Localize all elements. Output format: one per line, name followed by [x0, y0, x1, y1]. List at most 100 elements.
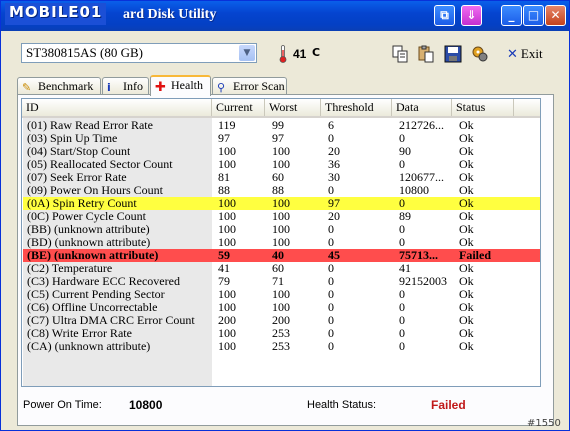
table-row[interactable]: (0C) Power Cycle Count 100 100 20 89 Ok: [23, 210, 540, 223]
cell-current: 59: [218, 249, 230, 262]
exit-button[interactable]: ✕ Exit: [507, 46, 543, 62]
health-status-label: Health Status:: [307, 399, 377, 411]
cell-current: 119: [218, 119, 236, 132]
cell-id: (01) Raw Read Error Rate: [27, 119, 153, 132]
cell-status: Ok: [459, 223, 474, 236]
settings-icon[interactable]: [471, 45, 489, 63]
copy-icon[interactable]: [391, 45, 409, 63]
cell-current: 97: [218, 132, 230, 145]
table-row[interactable]: (CA) (unknown attribute) 100 253 0 0 Ok: [23, 340, 540, 353]
cell-data: 0: [399, 314, 405, 327]
cell-threshold: 0: [328, 132, 334, 145]
cell-current: 100: [218, 236, 236, 249]
table-row[interactable]: (BE) (unknown attribute) 59 40 45 75713... Fa…: [23, 249, 540, 262]
minimize-button[interactable]: _: [501, 5, 522, 26]
column-header-id[interactable]: ID: [22, 99, 212, 116]
cell-id: (BD) (unknown attribute): [27, 236, 151, 249]
cell-id: (C2) Temperature: [27, 262, 113, 275]
drive-select[interactable]: ST380815AS (80 GB) ▼: [21, 43, 257, 63]
table-row[interactable]: (C8) Write Error Rate 100 253 0 0 Ok: [23, 327, 540, 340]
table-row[interactable]: (03) Spin Up Time 97 97 0 0 Ok: [23, 132, 540, 145]
tab-health-label: Health: [171, 78, 203, 92]
save-icon[interactable]: [444, 45, 462, 63]
table-row[interactable]: (C5) Current Pending Sector 100 100 0 0 Ok: [23, 288, 540, 301]
cell-worst: 100: [272, 223, 290, 236]
tab-error-scan-label: Error Scan: [233, 79, 285, 93]
cell-id: (C7) Ultra DMA CRC Error Count: [27, 314, 195, 327]
close-button[interactable]: ✕: [545, 5, 566, 26]
table-row[interactable]: (C2) Temperature 41 60 0 41 Ok: [23, 262, 540, 275]
cell-status: Ok: [459, 210, 474, 223]
cell-current: 100: [218, 327, 236, 340]
cell-current: 100: [218, 223, 236, 236]
exit-label: Exit: [520, 46, 543, 61]
table-row[interactable]: (BD) (unknown attribute) 100 100 0 0 Ok: [23, 236, 540, 249]
smart-attribute-table[interactable]: ID Current Worst Threshold Data Status (…: [21, 98, 541, 387]
column-header-threshold[interactable]: Threshold: [321, 99, 392, 116]
cell-threshold: 0: [328, 340, 334, 353]
table-row[interactable]: (09) Power On Hours Count 88 88 0 10800 Ok: [23, 184, 540, 197]
download-icon[interactable]: ⇓: [461, 5, 482, 26]
restore-icon[interactable]: ⧉: [434, 5, 455, 26]
tab-health[interactable]: ✚ Health: [150, 75, 211, 96]
table-row[interactable]: (C7) Ultra DMA CRC Error Count 200 200 0 0 Ok: [23, 314, 540, 327]
table-row[interactable]: (BB) (unknown attribute) 100 100 0 0 Ok: [23, 223, 540, 236]
table-row[interactable]: (C6) Offline Uncorrectable 100 100 0 0 Ok: [23, 301, 540, 314]
cell-threshold: 0: [328, 262, 334, 275]
cell-threshold: 97: [328, 197, 340, 210]
cell-data: 41: [399, 262, 411, 275]
table-row[interactable]: (C3) Hardware ECC Recovered 79 71 0 92152003…: [23, 275, 540, 288]
power-on-value: 10800: [129, 398, 163, 412]
chevron-down-icon[interactable]: ▼: [239, 45, 255, 61]
cell-status: Ok: [459, 119, 474, 132]
temperature-value: 41: [293, 47, 307, 61]
table-row[interactable]: (01) Raw Read Error Rate 119 99 6 212726... O…: [23, 119, 540, 132]
cell-threshold: 0: [328, 236, 334, 249]
table-row[interactable]: (07) Seek Error Rate 81 60 30 120677... Ok: [23, 171, 540, 184]
maximize-button[interactable]: □: [523, 5, 544, 26]
cell-data: 0: [399, 236, 405, 249]
cell-status: Ok: [459, 236, 474, 249]
paste-icon[interactable]: [417, 45, 435, 63]
cell-status: Ok: [459, 184, 474, 197]
cell-threshold: 0: [328, 314, 334, 327]
health-status-value: Failed: [431, 398, 466, 412]
tab-benchmark[interactable]: ✎ Benchmark: [17, 77, 101, 94]
cell-id: (C3) Hardware ECC Recovered: [27, 275, 180, 288]
tab-error-scan[interactable]: ⚲ Error Scan: [212, 77, 287, 94]
table-row[interactable]: (05) Reallocated Sector Count 100 100 36 0 Ok: [23, 158, 540, 171]
exit-icon: ✕: [507, 47, 518, 62]
column-header-current[interactable]: Current: [212, 99, 265, 116]
cell-data: 0: [399, 340, 405, 353]
tab-info[interactable]: i Info: [102, 77, 149, 94]
column-header-status[interactable]: Status: [452, 99, 514, 116]
cell-threshold: 20: [328, 145, 340, 158]
tab-benchmark-label: Benchmark: [38, 79, 94, 93]
cell-status: Ok: [459, 132, 474, 145]
cell-id: (05) Reallocated Sector Count: [27, 158, 173, 171]
cell-data: 0: [399, 197, 405, 210]
column-header-data[interactable]: Data: [392, 99, 452, 116]
cell-status: Ok: [459, 314, 474, 327]
table-row[interactable]: (0A) Spin Retry Count 100 100 97 0 Ok: [23, 197, 540, 210]
table-row[interactable]: (04) Start/Stop Count 100 100 20 90 Ok: [23, 145, 540, 158]
cell-worst: 100: [272, 236, 290, 249]
cell-status: Ok: [459, 145, 474, 158]
cell-threshold: 0: [328, 327, 334, 340]
cell-worst: 71: [272, 275, 284, 288]
app-window: MOBILE01 ard Disk Utility ⧉ ⇓ _ □ ✕ ST38…: [0, 0, 570, 431]
column-header-worst[interactable]: Worst: [265, 99, 321, 116]
cell-current: 41: [218, 262, 230, 275]
cell-worst: 253: [272, 327, 290, 340]
cell-current: 100: [218, 158, 236, 171]
status-bar: Power On Time: 10800 Health Status: Fail…: [23, 398, 533, 413]
cell-worst: 100: [272, 158, 290, 171]
cell-id: (09) Power On Hours Count: [27, 184, 163, 197]
cell-status: Ok: [459, 262, 474, 275]
title-bar[interactable]: MOBILE01 ard Disk Utility ⧉ ⇓ _ □ ✕: [1, 1, 569, 31]
cell-threshold: 0: [328, 275, 334, 288]
cell-current: 81: [218, 171, 230, 184]
cell-id: (03) Spin Up Time: [27, 132, 118, 145]
cell-data: 89: [399, 210, 411, 223]
cell-id: (C8) Write Error Rate: [27, 327, 132, 340]
